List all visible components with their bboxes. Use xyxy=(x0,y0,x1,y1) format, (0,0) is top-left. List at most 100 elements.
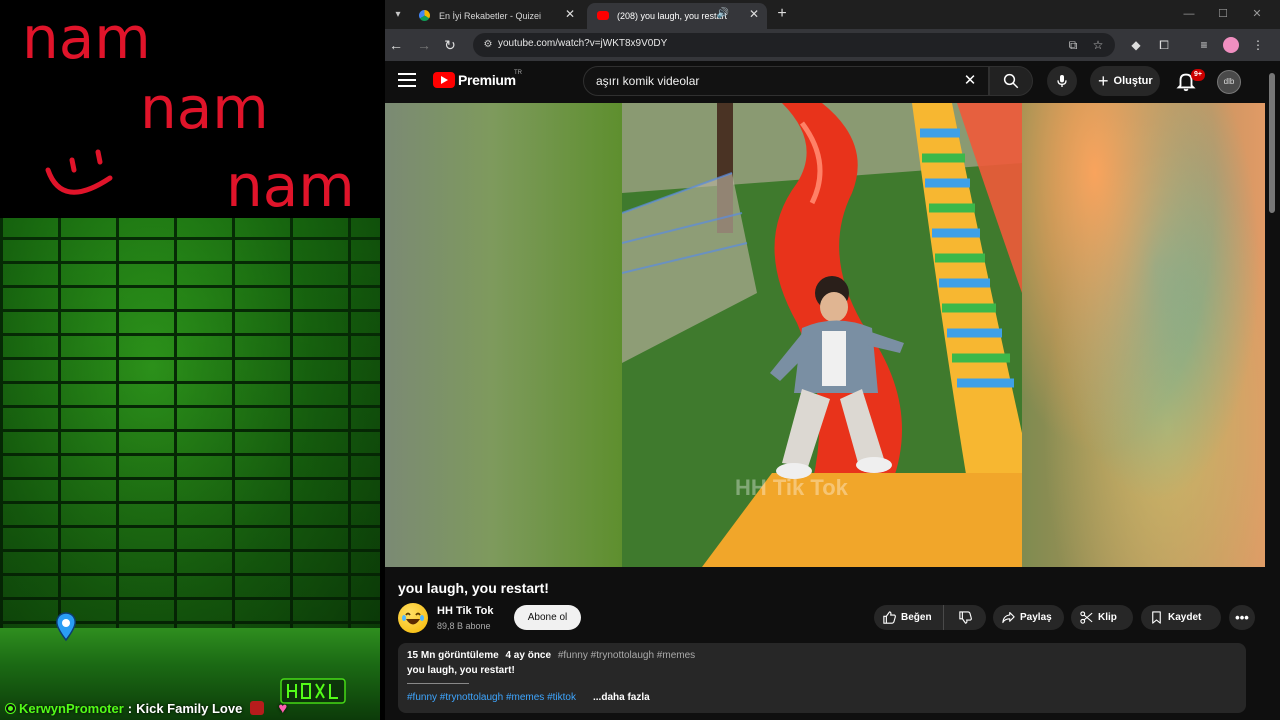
screen: nam nam nam KerwynPromoter : Kick Family… xyxy=(0,0,1280,720)
address-bar[interactable]: ⚙ youtube.com/watch?v=jWKT8x9V0DY ⧉ ☆ xyxy=(473,33,1115,57)
save-button[interactable]: Kaydet xyxy=(1141,605,1221,630)
country-code: TR xyxy=(514,70,522,76)
site-settings-icon[interactable]: ⚙ xyxy=(481,38,495,52)
browser-menu-icon[interactable]: ⋮ xyxy=(1249,36,1267,54)
more-actions-button[interactable]: ••• xyxy=(1229,605,1255,630)
clear-search-icon[interactable]: ✕ xyxy=(960,71,980,91)
save-label: Kaydet xyxy=(1168,612,1202,623)
youtube-logo-icon[interactable] xyxy=(433,72,455,88)
notification-badge: 9+ xyxy=(1191,69,1205,81)
page-scrollbar[interactable] xyxy=(1265,61,1280,720)
streamer-logo-icon xyxy=(280,678,346,704)
create-button[interactable]: + Oluştur xyxy=(1090,66,1160,96)
video-player[interactable]: HH Tik Tok xyxy=(385,103,1265,567)
tab-youtube[interactable]: (208) you laugh, you restart! 🔊 ✕ xyxy=(587,3,767,29)
url-text: youtube.com/watch?v=jWKT8x9V0DY xyxy=(498,38,668,49)
blurred-backdrop-left xyxy=(385,103,622,567)
chat-message: KerwynPromoter : Kick Family Love ♥ xyxy=(5,699,288,717)
search-button[interactable] xyxy=(989,66,1033,96)
clip-label: Klip xyxy=(1098,612,1117,623)
subscribe-button[interactable]: Abone ol xyxy=(514,605,581,630)
video-description[interactable]: 15 Mn görüntüleme 4 ay önce #funny #tryn… xyxy=(398,643,1246,713)
video-title: you laugh, you restart! xyxy=(398,580,549,596)
description-tag-line[interactable]: #funny #trynottolaugh #memes #tiktok xyxy=(407,692,576,703)
create-label: Oluştur xyxy=(1113,75,1153,87)
scrollbar-thumb[interactable] xyxy=(1269,73,1275,213)
tab-quizei[interactable]: En İyi Rekabetler - Quizei ✕ xyxy=(409,3,583,29)
description-divider xyxy=(407,683,469,684)
video-watermark: HH Tik Tok xyxy=(735,475,848,500)
show-more-link[interactable]: ...daha fazla xyxy=(593,692,650,703)
youtube-header: Premium TR aşırı komik videolar ✕ + Oluş… xyxy=(385,61,1265,103)
quizei-favicon-icon xyxy=(419,10,430,21)
handwriting-drawing: nam nam nam xyxy=(22,4,355,218)
kick-emote-icon xyxy=(250,701,265,715)
like-label: Beğen xyxy=(901,612,932,623)
description-hashtags[interactable]: #funny #trynottolaugh #memes xyxy=(558,650,695,661)
chat-text: Kick Family Love xyxy=(136,700,243,716)
description-stats: 15 Mn görüntüleme 4 ay önce #funny #tryn… xyxy=(407,650,695,661)
channel-name[interactable]: HH Tik Tok xyxy=(437,605,493,617)
handwriting-word-2: nam xyxy=(140,74,269,142)
back-icon[interactable]: ← xyxy=(387,36,405,54)
laughing-emoji-icon xyxy=(402,612,424,625)
clip-button[interactable]: Klip xyxy=(1071,605,1133,630)
maximize-icon[interactable]: ☐ xyxy=(1215,6,1231,22)
new-tab-icon[interactable]: + xyxy=(773,5,791,23)
bookmark-star-icon[interactable]: ☆ xyxy=(1090,37,1106,53)
voice-search-button[interactable] xyxy=(1047,66,1077,96)
share-label: Paylaş xyxy=(1020,612,1052,623)
youtube-favicon-icon xyxy=(597,11,609,20)
bookmark-icon xyxy=(1152,611,1161,624)
tab-strip: ▾ En İyi Rekabetler - Quizei ✕ (208) you… xyxy=(385,0,1280,29)
media-control-icon[interactable]: ≡ xyxy=(1195,36,1213,54)
browser-window: ▾ En İyi Rekabetler - Quizei ✕ (208) you… xyxy=(385,0,1280,720)
reload-icon[interactable]: ↻ xyxy=(441,36,459,54)
window-close-icon[interactable]: ✕ xyxy=(1249,6,1265,22)
tab-title: (208) you laugh, you restart! xyxy=(617,11,727,21)
search-icon xyxy=(1003,73,1019,89)
more-icon: ••• xyxy=(1235,610,1249,625)
tab-audio-icon[interactable]: 🔊 xyxy=(717,8,729,19)
scissors-icon xyxy=(1080,611,1093,624)
tab-search-icon[interactable]: ▾ xyxy=(389,5,407,23)
dislike-button[interactable] xyxy=(944,605,986,630)
youtube-brand[interactable]: Premium xyxy=(458,72,516,88)
verified-badge-icon xyxy=(5,702,16,714)
minimize-icon[interactable]: — xyxy=(1181,6,1197,22)
extension-icon[interactable]: ◆ xyxy=(1127,36,1145,54)
channel-avatar[interactable] xyxy=(398,603,428,633)
search-query: aşırı komik videolar xyxy=(596,74,700,88)
description-text: you laugh, you restart! xyxy=(407,665,515,676)
extensions-puzzle-icon[interactable]: ⧠ xyxy=(1155,36,1173,54)
tab-title: En İyi Rekabetler - Quizei xyxy=(439,11,542,21)
forward-icon[interactable]: → xyxy=(415,36,433,54)
plus-icon: + xyxy=(1098,71,1109,91)
pin-icon xyxy=(56,612,76,642)
menu-icon[interactable] xyxy=(398,73,416,87)
install-app-icon[interactable]: ⧉ xyxy=(1065,37,1081,53)
mic-icon xyxy=(1057,75,1067,87)
subscriber-count: 89,8 B abone xyxy=(437,621,491,631)
heart-icon: ♥ xyxy=(278,699,288,717)
chat-username: KerwynPromoter xyxy=(19,700,124,716)
search-input[interactable]: aşırı komik videolar ✕ xyxy=(583,66,989,96)
share-button[interactable]: Paylaş xyxy=(993,605,1064,630)
browser-toolbar: ← → ↻ ⚙ youtube.com/watch?v=jWKT8x9V0DY … xyxy=(385,29,1280,61)
handwriting-word-3: nam xyxy=(226,152,355,218)
dislike-icon xyxy=(958,611,972,624)
view-count: 15 Mn görüntüleme xyxy=(407,650,499,661)
smiley-icon xyxy=(45,149,113,195)
tab-close-icon[interactable]: ✕ xyxy=(749,7,759,21)
handwriting-panel: nam nam nam xyxy=(0,0,385,218)
tab-close-icon[interactable]: ✕ xyxy=(565,7,575,21)
like-button[interactable]: Beğen xyxy=(874,605,944,630)
upload-age: 4 ay önce xyxy=(505,650,552,661)
like-icon xyxy=(883,611,896,624)
like-dislike-group: Beğen xyxy=(874,605,986,630)
account-avatar[interactable]: dlb xyxy=(1217,70,1241,94)
profile-avatar-icon[interactable] xyxy=(1223,37,1239,53)
share-icon xyxy=(1002,611,1015,624)
handwriting-word-1: nam xyxy=(22,4,151,72)
chat-separator: : xyxy=(127,700,133,716)
